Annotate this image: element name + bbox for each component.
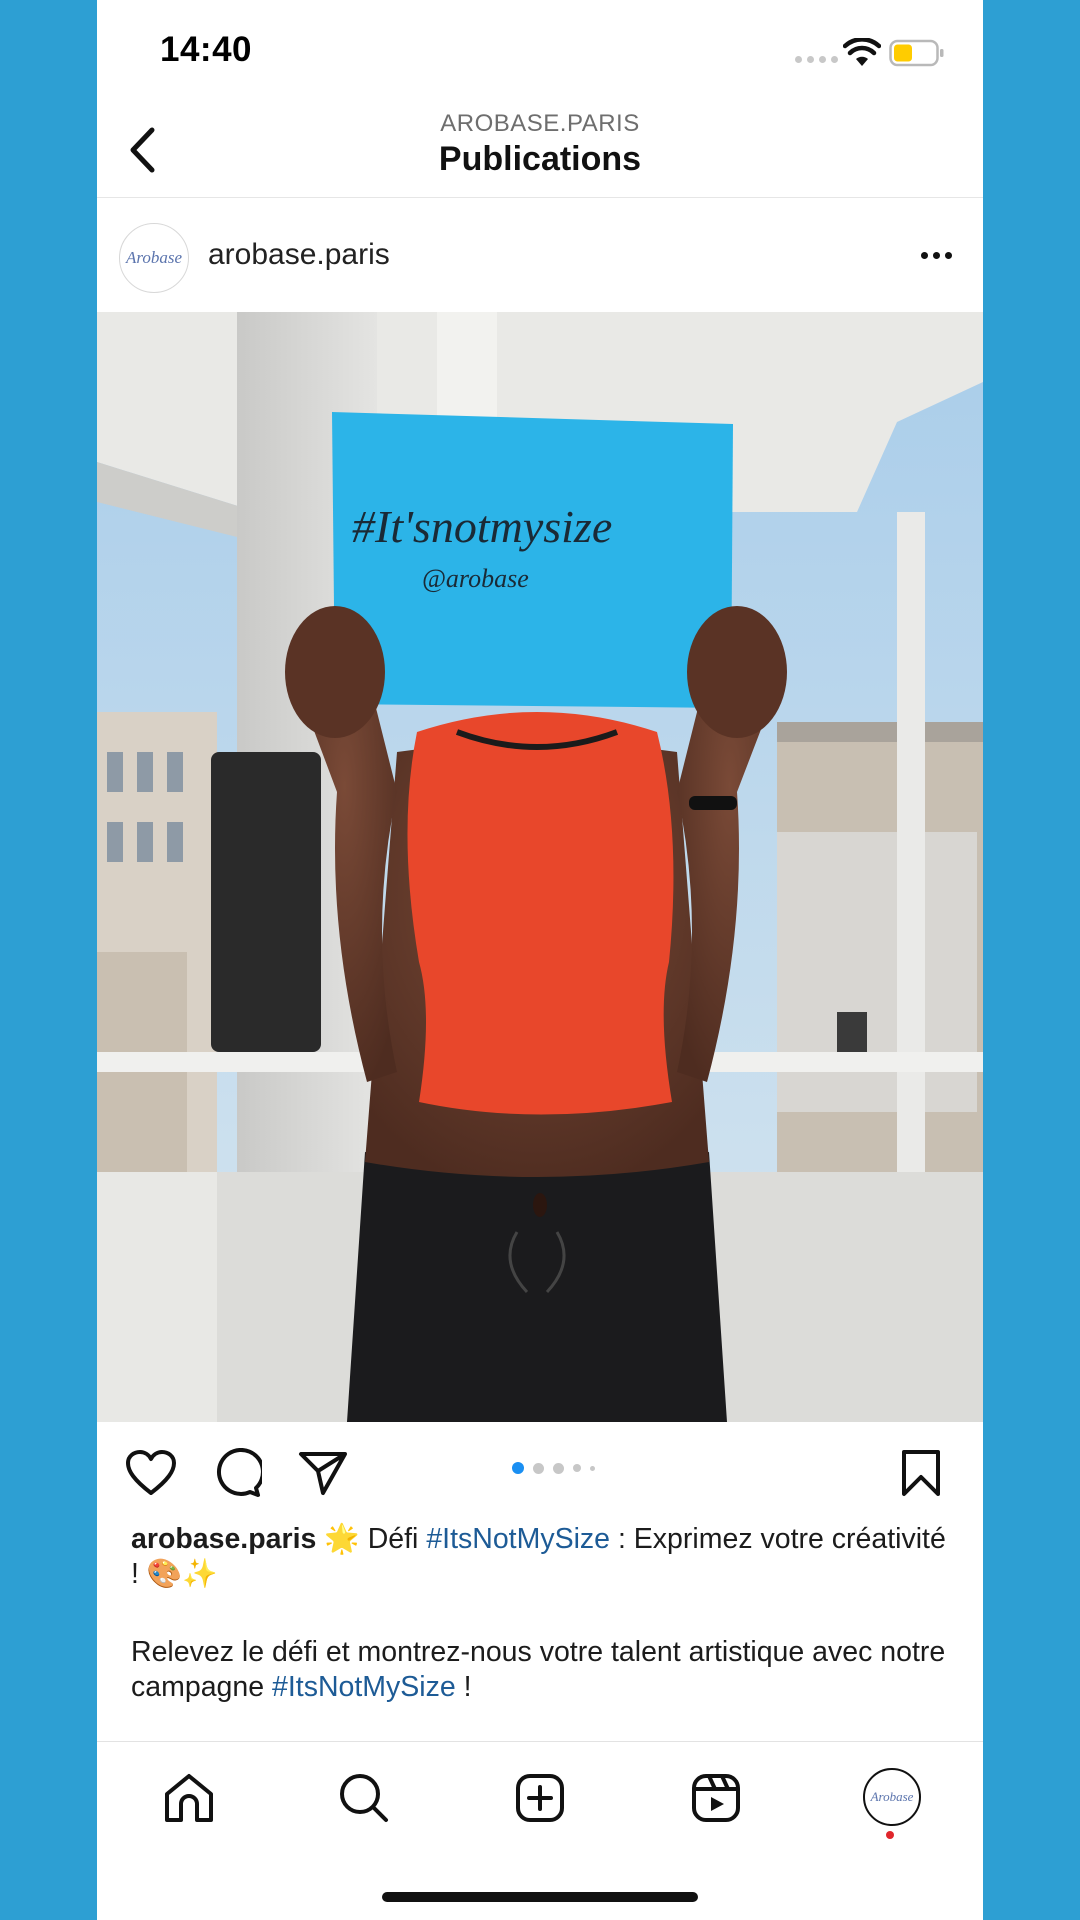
- avatar-logo-text: Arobase: [125, 248, 183, 267]
- cellular-signal-icon: [795, 56, 838, 63]
- post-caption: arobase.paris 🌟 Défi #ItsNotMySize : Exp…: [131, 1522, 961, 1705]
- nav-divider: [97, 1741, 983, 1742]
- post-avatar[interactable]: Arobase: [119, 223, 189, 293]
- caption-text: !: [455, 1671, 472, 1703]
- reels-icon: [692, 1774, 740, 1822]
- nav-search[interactable]: [334, 1770, 394, 1826]
- header-divider: [97, 197, 983, 198]
- bookmark-icon: [902, 1450, 940, 1496]
- caption-text: Défi: [359, 1523, 427, 1555]
- phone-screen: 14:40 AROBASE.PARIS Publications Arobase…: [97, 0, 983, 1920]
- plus-square-icon: [516, 1774, 564, 1822]
- save-button[interactable]: [893, 1448, 949, 1498]
- caption-emoji: 🌟: [324, 1523, 360, 1555]
- avatar-logo-text: Arobase: [870, 1789, 914, 1804]
- caption-line-2: Relevez le défi et montrez-nous votre ta…: [131, 1635, 961, 1705]
- share-button[interactable]: [295, 1448, 351, 1498]
- caption-line-1: arobase.paris 🌟 Défi #ItsNotMySize : Exp…: [131, 1522, 961, 1592]
- battery-icon: [889, 39, 944, 67]
- search-icon: [340, 1774, 388, 1822]
- post-photo: #It'snotmysize @arobase: [97, 312, 983, 1422]
- caption-username[interactable]: arobase.paris: [131, 1523, 316, 1555]
- sign-hashtag-text: #It'snotmysize: [352, 501, 612, 552]
- nav-reels[interactable]: [686, 1770, 746, 1826]
- hashtag-link[interactable]: #ItsNotMySize: [426, 1523, 610, 1555]
- page-title: Publications: [438, 140, 642, 178]
- home-icon: [165, 1774, 213, 1822]
- wifi-icon: [843, 38, 881, 66]
- comment-button[interactable]: [209, 1448, 265, 1498]
- send-icon: [299, 1452, 347, 1495]
- carousel-indicator: [512, 1462, 595, 1474]
- nav-profile-avatar[interactable]: Arobase: [863, 1768, 921, 1826]
- header-account: AROBASE.PARIS: [440, 110, 640, 137]
- home-indicator[interactable]: [382, 1892, 698, 1902]
- status-time: 14:40: [160, 30, 253, 69]
- post-username[interactable]: arobase.paris: [208, 238, 390, 272]
- caption-text: Relevez le défi et montrez-nous votre ta…: [131, 1636, 946, 1703]
- notification-dot: [886, 1831, 894, 1839]
- post-image[interactable]: #It'snotmysize @arobase: [97, 312, 983, 1422]
- more-options-button[interactable]: [915, 238, 957, 272]
- comment-icon: [217, 1448, 262, 1497]
- sign-handle-text: @arobase: [422, 564, 529, 593]
- nav-create[interactable]: [510, 1770, 570, 1826]
- nav-home[interactable]: [159, 1770, 219, 1826]
- hashtag-link[interactable]: #ItsNotMySize: [272, 1671, 456, 1703]
- like-button[interactable]: [123, 1448, 179, 1498]
- heart-icon: [126, 1450, 176, 1495]
